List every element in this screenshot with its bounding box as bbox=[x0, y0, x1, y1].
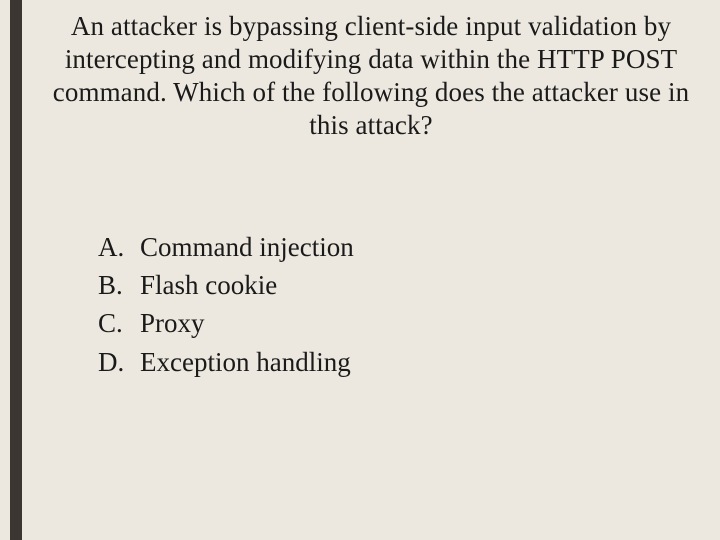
question-text: An attacker is bypassing client-side inp… bbox=[40, 10, 702, 142]
option-label: D. bbox=[98, 343, 140, 381]
option-text: Exception handling bbox=[140, 343, 351, 381]
option-c: C. Proxy bbox=[98, 304, 702, 342]
option-label: A. bbox=[98, 228, 140, 266]
accent-bar bbox=[10, 0, 22, 540]
slide-content: An attacker is bypassing client-side inp… bbox=[22, 0, 720, 540]
option-d: D. Exception handling bbox=[98, 343, 702, 381]
options-list: A. Command injection B. Flash cookie C. … bbox=[40, 228, 702, 381]
option-text: Proxy bbox=[140, 304, 205, 342]
option-text: Flash cookie bbox=[140, 266, 277, 304]
option-text: Command injection bbox=[140, 228, 354, 266]
option-b: B. Flash cookie bbox=[98, 266, 702, 304]
option-a: A. Command injection bbox=[98, 228, 702, 266]
option-label: C. bbox=[98, 304, 140, 342]
option-label: B. bbox=[98, 266, 140, 304]
